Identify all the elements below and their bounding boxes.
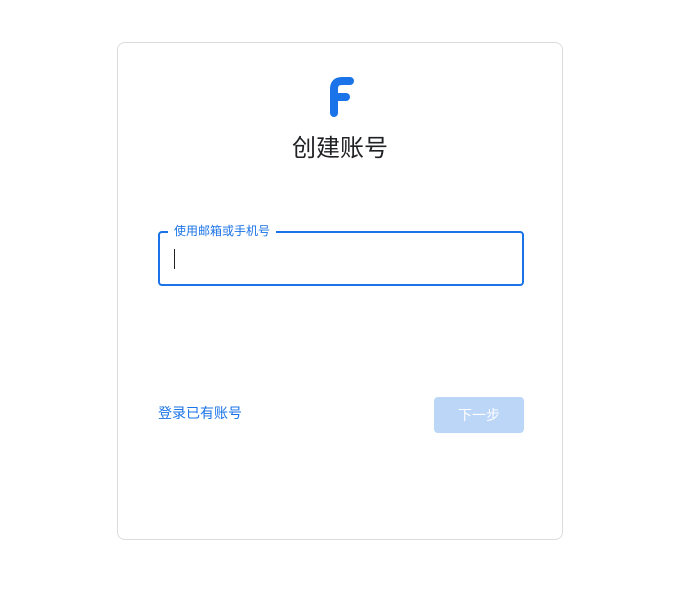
email-or-phone-field[interactable]: 使用邮箱或手机号 (158, 223, 524, 286)
email-or-phone-label: 使用邮箱或手机号 (168, 223, 277, 239)
signin-existing-account-link[interactable]: 登录已有账号 (158, 404, 242, 424)
letter-f-logo-icon (330, 77, 354, 117)
text-caret (174, 249, 175, 269)
page-title: 创建账号 (292, 134, 388, 162)
signup-card: 创建账号 使用邮箱或手机号 登录已有账号 下一步 (117, 42, 563, 540)
email-or-phone-input[interactable] (172, 241, 508, 275)
next-button[interactable]: 下一步 (434, 397, 524, 433)
